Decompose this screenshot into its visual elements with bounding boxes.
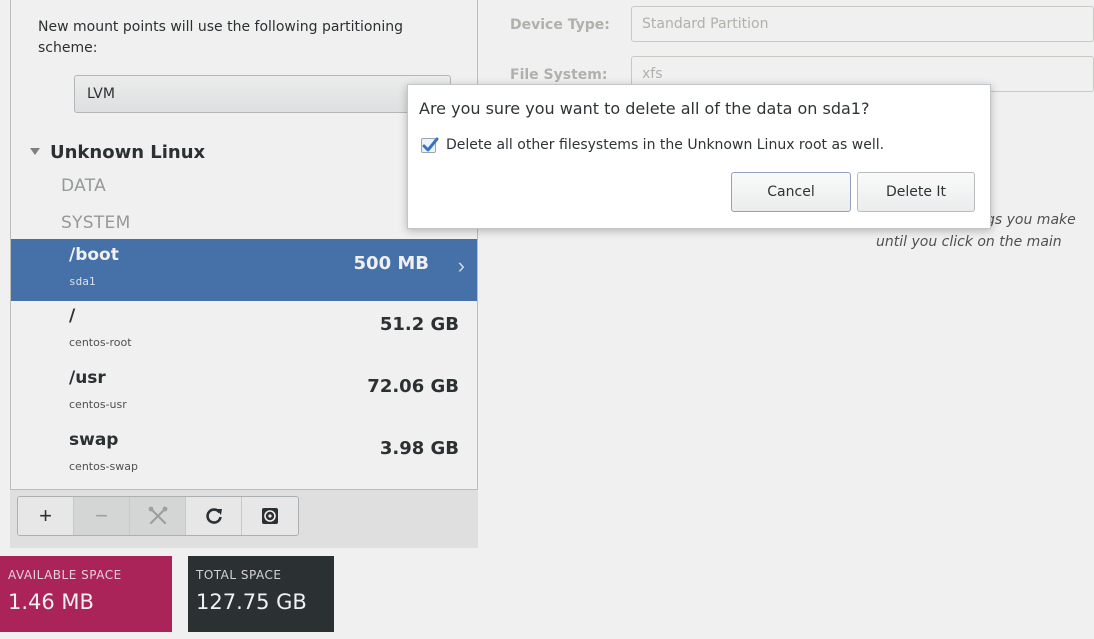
delete-confirm-dialog: Are you sure you want to delete all of t… [407, 84, 991, 229]
delete-all-checkbox[interactable] [421, 137, 439, 153]
checkmark-icon [422, 137, 439, 151]
delete-it-button[interactable]: Delete It [857, 172, 975, 212]
delete-all-checkbox-label: Delete all other filesystems in the Unkn… [446, 137, 885, 153]
cancel-button[interactable]: Cancel [731, 172, 851, 212]
dialog-question: Are you sure you want to delete all of t… [419, 99, 870, 118]
delete-all-checkbox-row[interactable]: Delete all other filesystems in the Unkn… [421, 137, 884, 153]
